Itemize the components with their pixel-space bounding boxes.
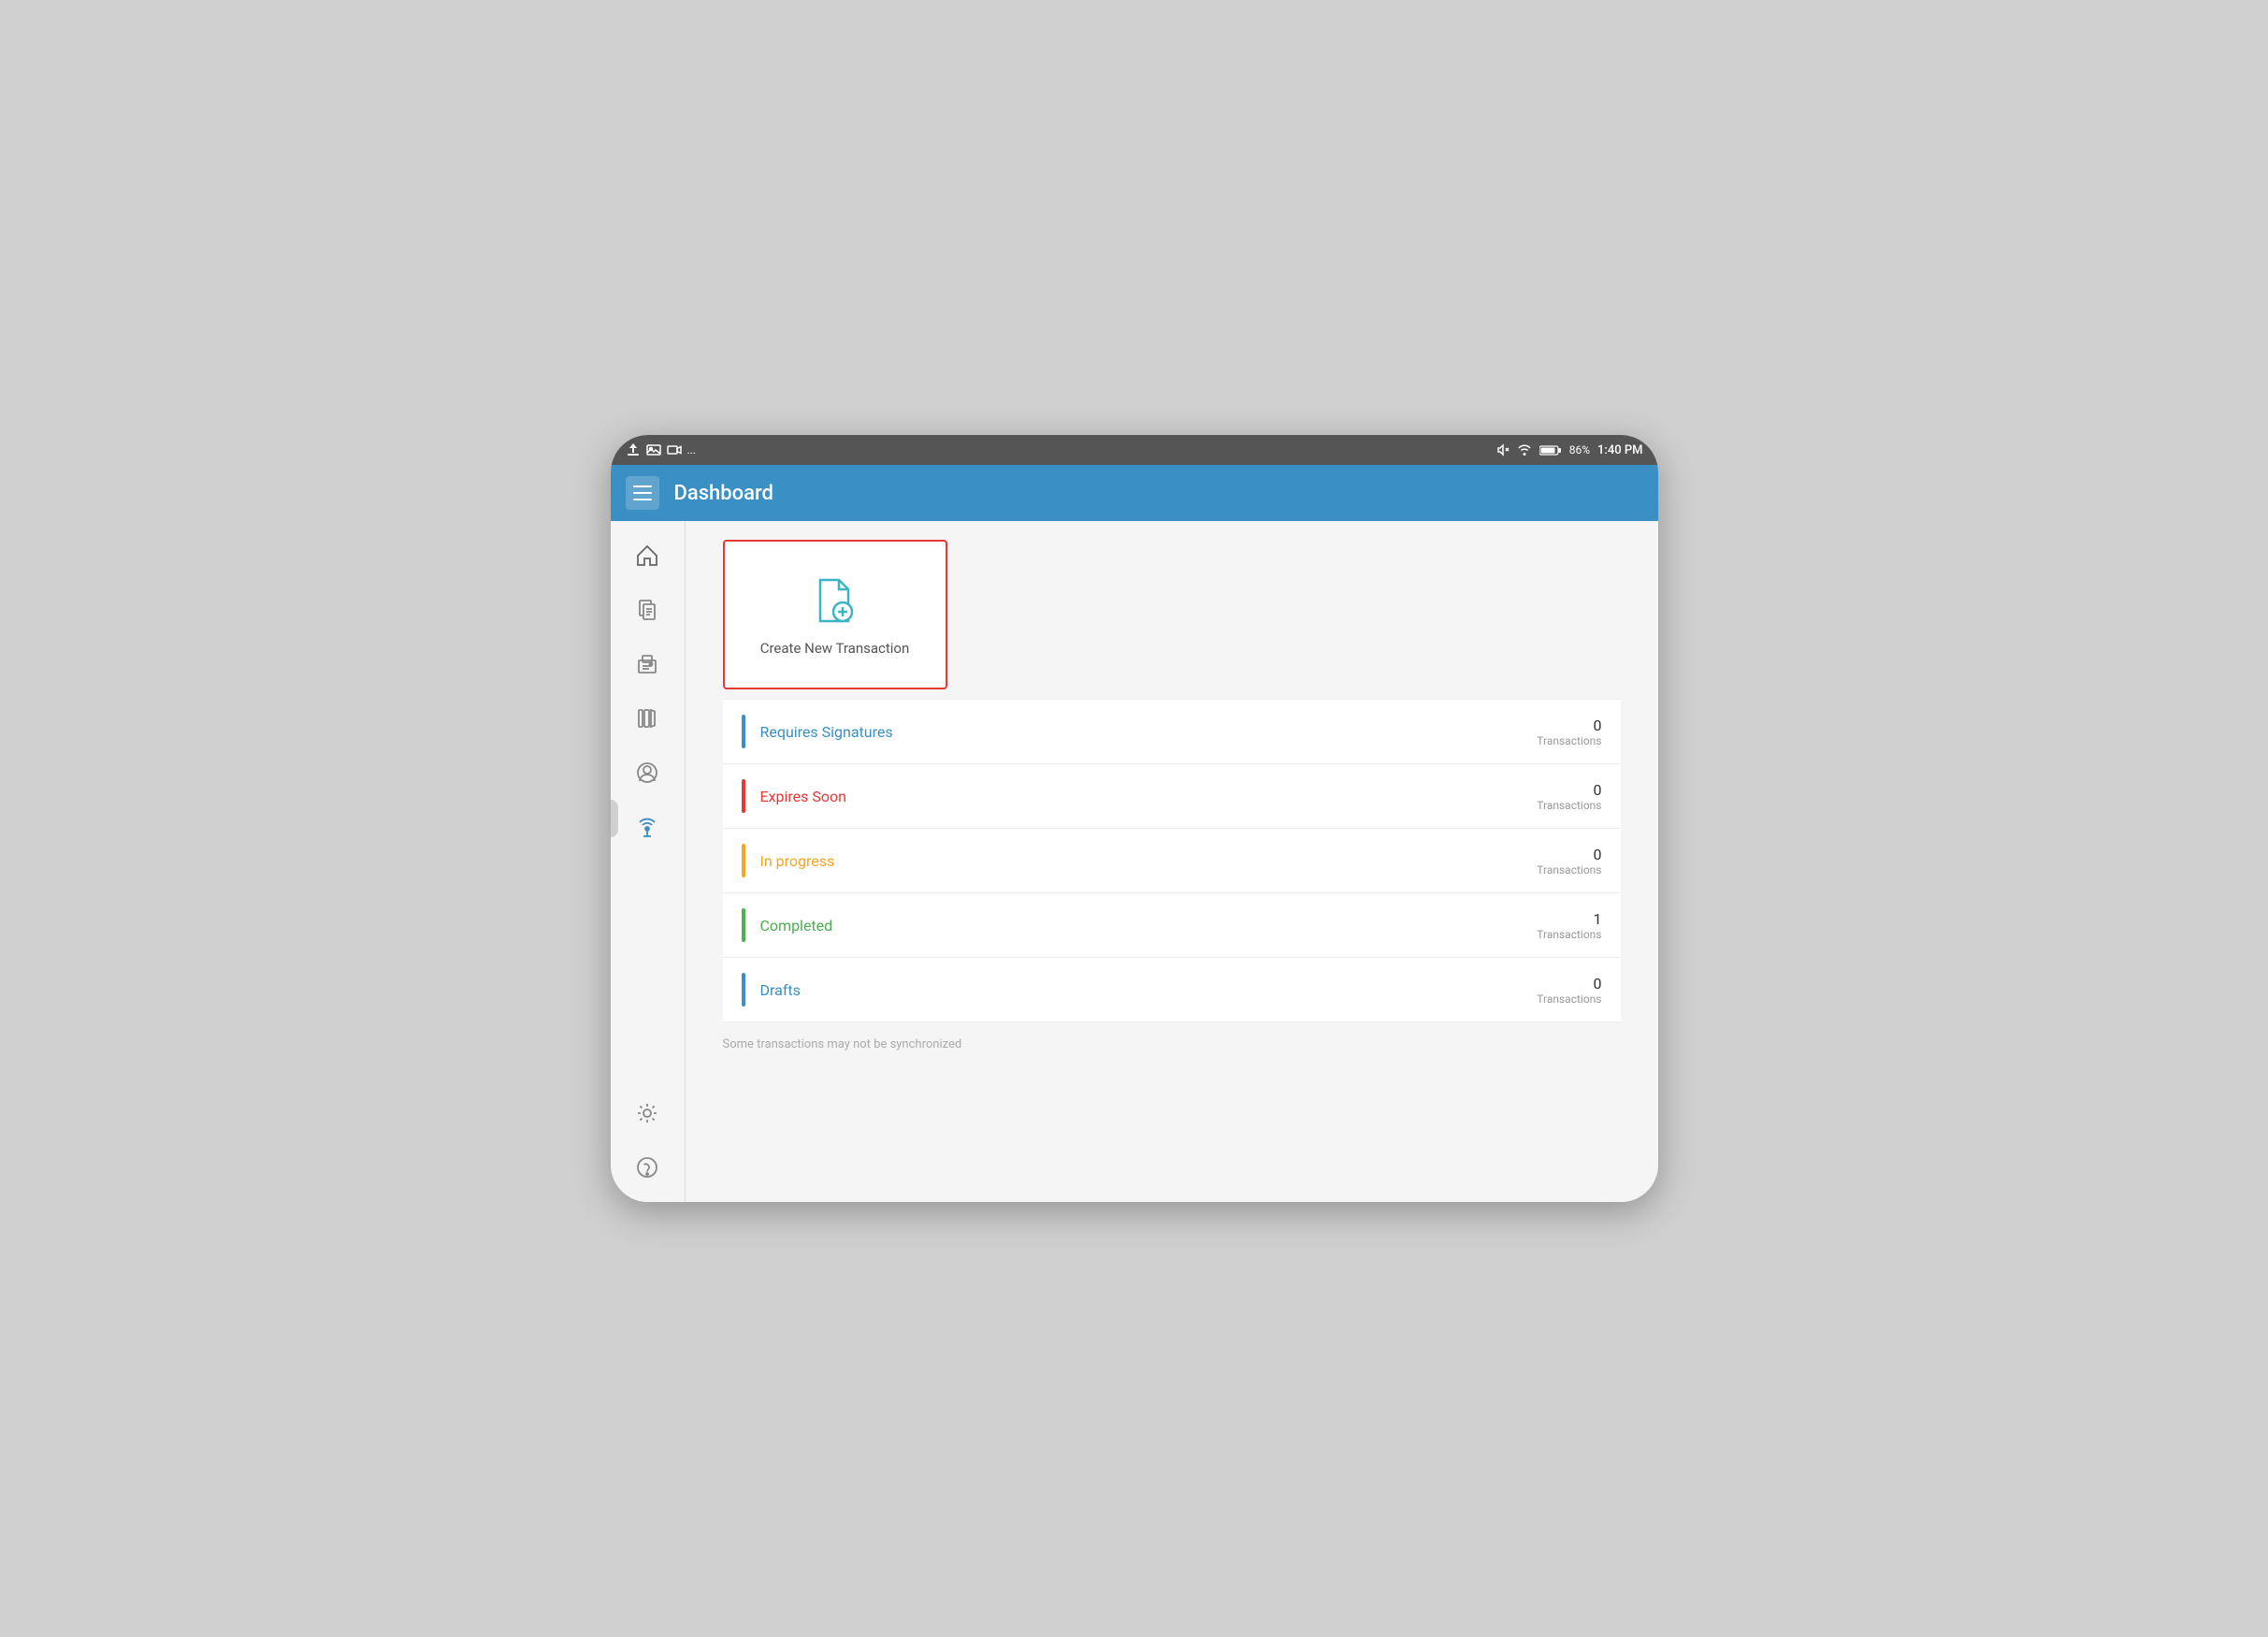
requires-signatures-count: 0 Transactions: [1537, 717, 1601, 747]
expires-soon-label: Expires Soon: [760, 788, 1538, 805]
drafts-accent: [742, 973, 745, 1007]
video-status-icon: [667, 443, 682, 456]
create-transaction-icon-wrapper: [807, 572, 863, 629]
menu-button[interactable]: [626, 476, 659, 510]
archive-icon: [634, 705, 660, 732]
main-layout: Create New Transaction Requires Signatur…: [611, 521, 1658, 1202]
battery-percent: 86%: [1569, 443, 1590, 456]
battery-status-icon: [1539, 444, 1562, 456]
drafts-label: Drafts: [760, 981, 1538, 999]
bottom-notice-text: Some transactions may not be synchronize…: [723, 1037, 962, 1051]
upload-status-icon: [626, 443, 641, 456]
drafts-count: 0 Transactions: [1537, 975, 1601, 1006]
sidebar: [611, 521, 686, 1202]
menu-line-2: [633, 492, 652, 494]
transactions-icon: [634, 651, 660, 677]
help-icon: [634, 1154, 660, 1181]
transaction-item-expires-soon[interactable]: Expires Soon 0 Transactions: [723, 764, 1621, 829]
menu-line-3: [633, 499, 652, 500]
create-transaction-card[interactable]: Create New Transaction: [723, 540, 947, 689]
header-title: Dashboard: [674, 482, 773, 505]
completed-count: 1 Transactions: [1537, 910, 1601, 941]
sidebar-item-profile[interactable]: [619, 747, 675, 798]
expires-soon-count: 0 Transactions: [1537, 781, 1601, 812]
in-progress-label: In progress: [760, 852, 1538, 870]
create-section: Create New Transaction: [686, 521, 1658, 699]
profile-icon: [634, 760, 660, 786]
app-header: Dashboard: [611, 465, 1658, 521]
transaction-item-requires-signatures[interactable]: Requires Signatures 0 Transactions: [723, 699, 1621, 764]
settings-icon: [634, 1100, 660, 1126]
sidebar-item-settings[interactable]: [619, 1088, 675, 1138]
sidebar-item-archive[interactable]: [619, 693, 675, 744]
requires-signatures-accent: [742, 715, 745, 748]
status-bar-right: 86% 1:40 PM: [1496, 443, 1643, 457]
in-progress-count: 0 Transactions: [1537, 846, 1601, 876]
sidebar-item-home[interactable]: [619, 530, 675, 581]
dots-status: ...: [687, 443, 697, 456]
status-bar-left: ...: [626, 443, 697, 456]
sidebar-item-transactions[interactable]: [619, 639, 675, 689]
transaction-item-drafts[interactable]: Drafts 0 Transactions: [723, 958, 1621, 1022]
tablet-frame: ... 86% 1:40 PM: [611, 435, 1658, 1202]
sidebar-item-help[interactable]: [619, 1142, 675, 1193]
transaction-item-in-progress[interactable]: In progress 0 Transactions: [723, 829, 1621, 893]
sidebar-item-broadcast[interactable]: [619, 802, 675, 852]
image-status-icon: [646, 443, 661, 456]
bottom-notice: Some transactions may not be synchronize…: [686, 1022, 1658, 1066]
requires-signatures-label: Requires Signatures: [760, 723, 1538, 741]
broadcast-icon: [634, 814, 660, 840]
create-transaction-icon: [807, 572, 863, 629]
sidebar-item-documents[interactable]: [619, 585, 675, 635]
create-transaction-label: Create New Transaction: [760, 640, 910, 657]
transaction-list: Requires Signatures 0 Transactions Expir…: [686, 699, 1658, 1022]
mute-icon: [1496, 443, 1510, 456]
expires-soon-accent: [742, 779, 745, 813]
status-bar: ... 86% 1:40 PM: [611, 435, 1658, 465]
content-area: Create New Transaction Requires Signatur…: [686, 521, 1658, 1202]
transaction-item-completed[interactable]: Completed 1 Transactions: [723, 893, 1621, 958]
menu-line-1: [633, 485, 652, 487]
status-time: 1:40 PM: [1597, 443, 1643, 457]
in-progress-accent: [742, 844, 745, 877]
completed-label: Completed: [760, 917, 1538, 934]
document-icon: [634, 597, 660, 623]
wifi-status-icon: [1517, 443, 1532, 456]
home-icon: [634, 543, 660, 569]
completed-accent: [742, 908, 745, 942]
sidebar-handle: [611, 800, 618, 837]
